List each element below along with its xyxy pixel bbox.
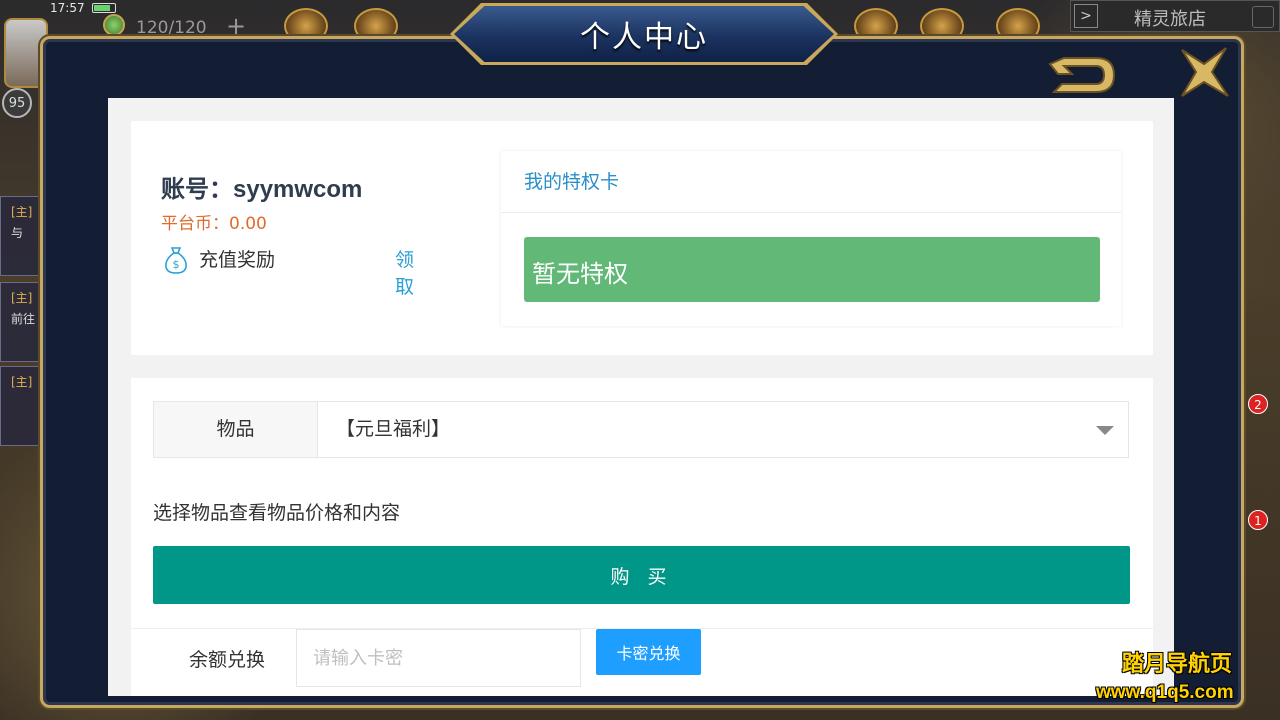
task-tag: [主] <box>11 375 33 389</box>
item-select-value[interactable]: 【元旦福利】 <box>318 402 1128 457</box>
notification-badge: 2 <box>1248 394 1268 414</box>
side-task-item[interactable]: [主] <box>0 366 44 446</box>
watermark-title: 踏月导航页 <box>1122 652 1233 677</box>
task-tag: [主] <box>11 205 33 219</box>
recharge-reward-row: $ 充值奖励 领 取 <box>161 241 451 298</box>
task-text <box>1 390 43 394</box>
close-icon <box>1181 47 1229 97</box>
privilege-header[interactable]: 我的特权卡 <box>501 151 1121 213</box>
money-bag-icon: $ <box>165 247 187 274</box>
buy-button[interactable]: 购 买 <box>153 546 1130 604</box>
platform-coin: 平台币：0.00 <box>161 209 267 234</box>
item-hint: 选择物品查看物品价格和内容 <box>153 502 401 524</box>
redeem-label: 余额兑换 <box>189 649 266 671</box>
coin-value: 0.00 <box>229 214 267 234</box>
add-energy-icon[interactable]: + <box>226 14 246 38</box>
account-label: 账号： <box>161 175 233 203</box>
account-card: 账号：syymwcom 平台币：0.00 $ 充值奖励 领 取 我的特权卡 暂无… <box>131 121 1153 355</box>
redeem-row: 余额兑换 卡密兑换 <box>131 628 1153 696</box>
redeem-card-button[interactable]: 卡密兑换 <box>596 629 701 675</box>
item-select[interactable]: 物品 【元旦福利】 <box>153 401 1129 458</box>
status-clock: 17:57 <box>50 1 85 15</box>
account-line: 账号：syymwcom <box>161 169 362 204</box>
content-panel: 账号：syymwcom 平台币：0.00 $ 充值奖励 领 取 我的特权卡 暂无… <box>108 98 1174 696</box>
back-arrow-icon <box>1048 57 1116 93</box>
reward-label: 充值奖励 <box>199 249 276 271</box>
account-username: syymwcom <box>233 176 363 203</box>
shop-label[interactable]: 精灵旅店 <box>1134 5 1206 31</box>
side-task-item[interactable]: [主] 前往 <box>0 282 44 362</box>
close-button[interactable] <box>1176 44 1232 100</box>
purchase-card: 物品 【元旦福利】 选择物品查看物品价格和内容 购 买 余额兑换 卡密兑换 <box>131 378 1153 696</box>
claim-reward-link[interactable]: 领 取 <box>395 245 451 299</box>
task-text: 前往 <box>11 312 36 326</box>
task-text: 与 <box>11 226 24 240</box>
expand-arrow-icon[interactable]: > <box>1074 4 1098 28</box>
level-badge: 95 <box>2 88 32 118</box>
back-button[interactable] <box>1044 50 1120 100</box>
card-key-input[interactable] <box>296 629 581 687</box>
battery-icon <box>92 3 116 13</box>
notification-badge: 1 <box>1248 510 1268 530</box>
chevron-down-icon[interactable] <box>1096 426 1114 435</box>
side-task-item[interactable]: [主] 与 <box>0 196 44 276</box>
search-icon[interactable] <box>1252 6 1274 28</box>
energy-leaf-icon <box>103 14 125 36</box>
privilege-card: 我的特权卡 暂无特权 <box>501 151 1121 326</box>
watermark-url: www.q1q5.com <box>1096 682 1234 703</box>
task-tag: [主] <box>11 291 33 305</box>
privilege-status: 暂无特权 <box>524 237 1100 302</box>
item-select-label: 物品 <box>154 402 318 457</box>
energy-counter: 120/120 <box>136 18 207 38</box>
svg-text:$: $ <box>173 258 180 271</box>
modal-title: 个人中心 <box>580 20 708 55</box>
coin-label: 平台币： <box>161 214 229 234</box>
